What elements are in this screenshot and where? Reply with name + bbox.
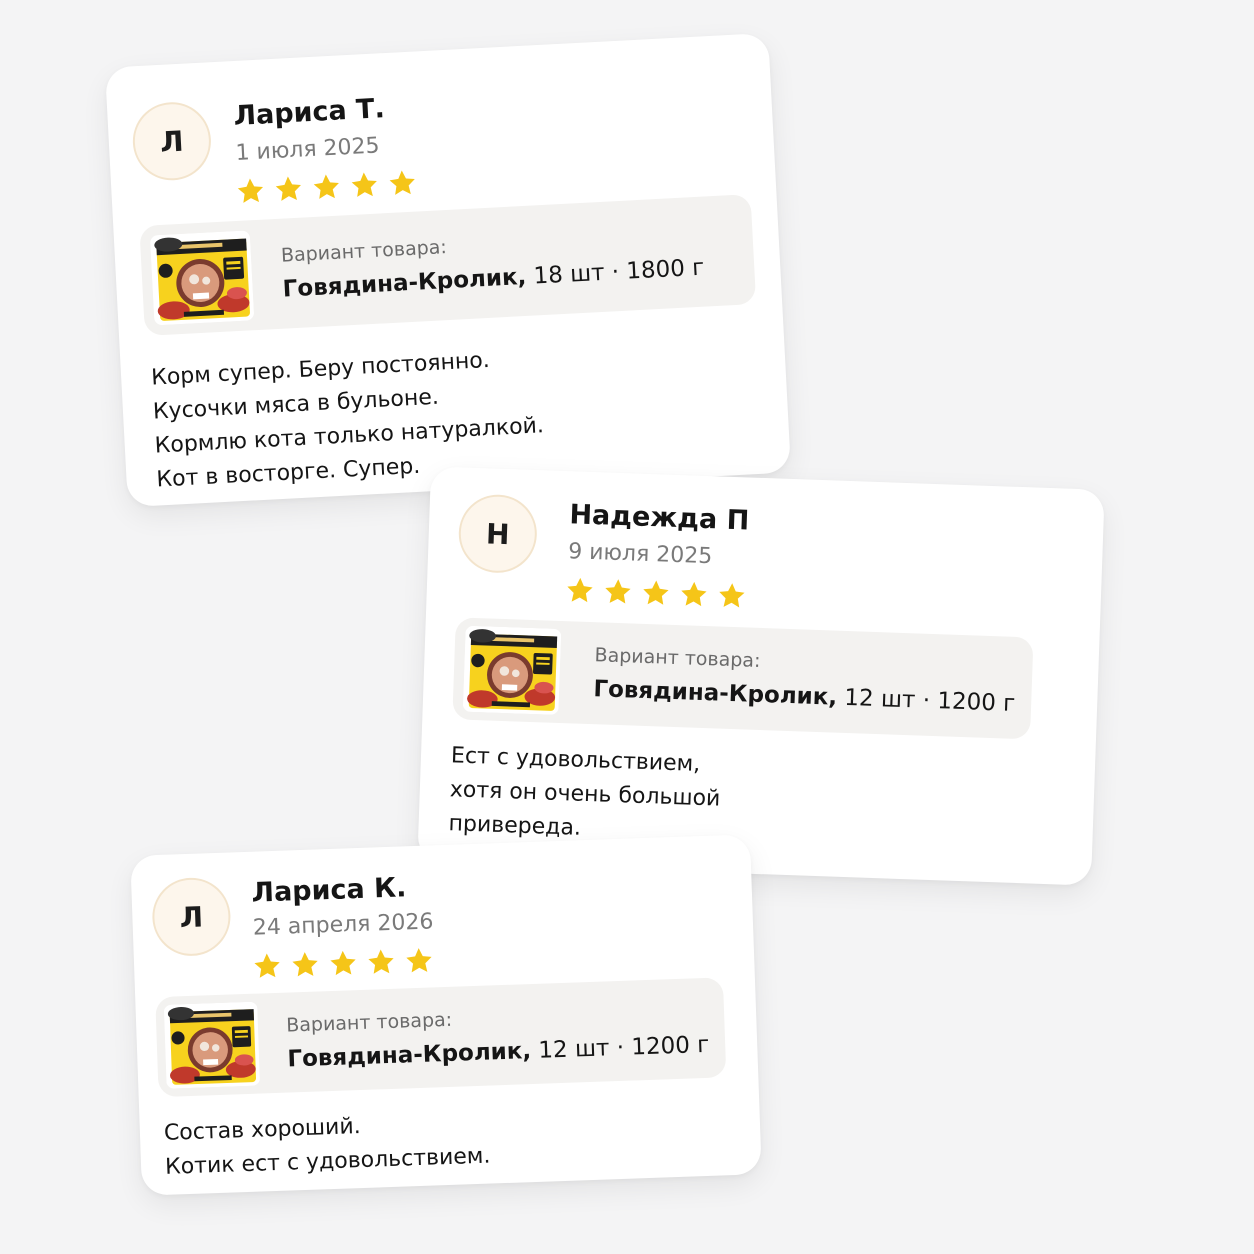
variant-details: 12 шт · 1200 г [537,1031,710,1064]
star-icon [602,576,633,607]
review-author: Лариса Т. [232,93,386,132]
review-date: 1 июля 2025 [234,133,381,166]
star-icon [311,171,343,203]
review-card: Н Надежда П 9 июля 2025 Вариант товара: … [417,466,1105,886]
review-date: 24 апреля 2026 [252,909,434,941]
star-icon [387,168,419,200]
star-icon [640,578,671,609]
review-author: Надежда П [568,499,750,537]
star-icon [349,169,381,201]
variant-label: Вариант товара: [280,236,448,267]
rating-stars [564,575,747,611]
rating-stars [252,945,435,981]
star-icon [328,948,359,979]
star-icon [273,173,305,205]
product-thumbnail [150,230,255,325]
avatar: Л [130,100,213,183]
star-icon [716,580,747,611]
review-author: Лариса К. [251,872,407,909]
product-variant[interactable]: Вариант товара: Говядина-Кролик, 12 шт ·… [452,617,1034,740]
star-icon [366,947,397,978]
avatar: Н [457,493,539,575]
variant-label: Вариант товара: [594,644,761,672]
review-text: Ест с удовольствием, хотя он очень больш… [448,739,722,850]
avatar: Л [151,876,232,958]
review-date: 9 июля 2025 [567,539,713,570]
review-card: Л Лариса К. 24 апреля 2026 Вариант товар… [130,834,762,1196]
star-icon [678,579,709,610]
variant-details: 12 шт · 1200 г [843,684,1016,717]
product-thumbnail [463,626,562,715]
product-thumbnail [163,1002,260,1089]
star-icon [252,951,283,982]
variant-name: Говядина-Кролик, [592,676,838,711]
rating-stars [235,168,418,207]
variant-label: Вариант товара: [285,1008,453,1037]
variant-details: 18 шт · 1800 г [532,254,705,290]
variant-name: Говядина-Кролик, [287,1038,532,1073]
variant-name: Говядина-Кролик, [282,263,527,303]
review-text: Состав хороший. Котик ест с удовольствие… [163,1106,491,1185]
star-icon [404,945,435,976]
variant-value: Говядина-Кролик, 12 шт · 1200 г [287,1032,710,1073]
review-card: Л Лариса Т. 1 июля 2025 Вариант товара: … [104,32,792,508]
star-icon [290,949,321,980]
star-icon [235,175,267,207]
product-variant[interactable]: Вариант товара: Говядина-Кролик, 12 шт ·… [155,977,727,1098]
variant-value: Говядина-Кролик, 12 шт · 1200 г [593,676,1016,717]
star-icon [564,575,595,606]
reviews-canvas: Л Лариса Т. 1 июля 2025 Вариант товара: … [0,0,1254,1254]
product-variant[interactable]: Вариант товара: Говядина-Кролик, 18 шт ·… [139,194,757,336]
